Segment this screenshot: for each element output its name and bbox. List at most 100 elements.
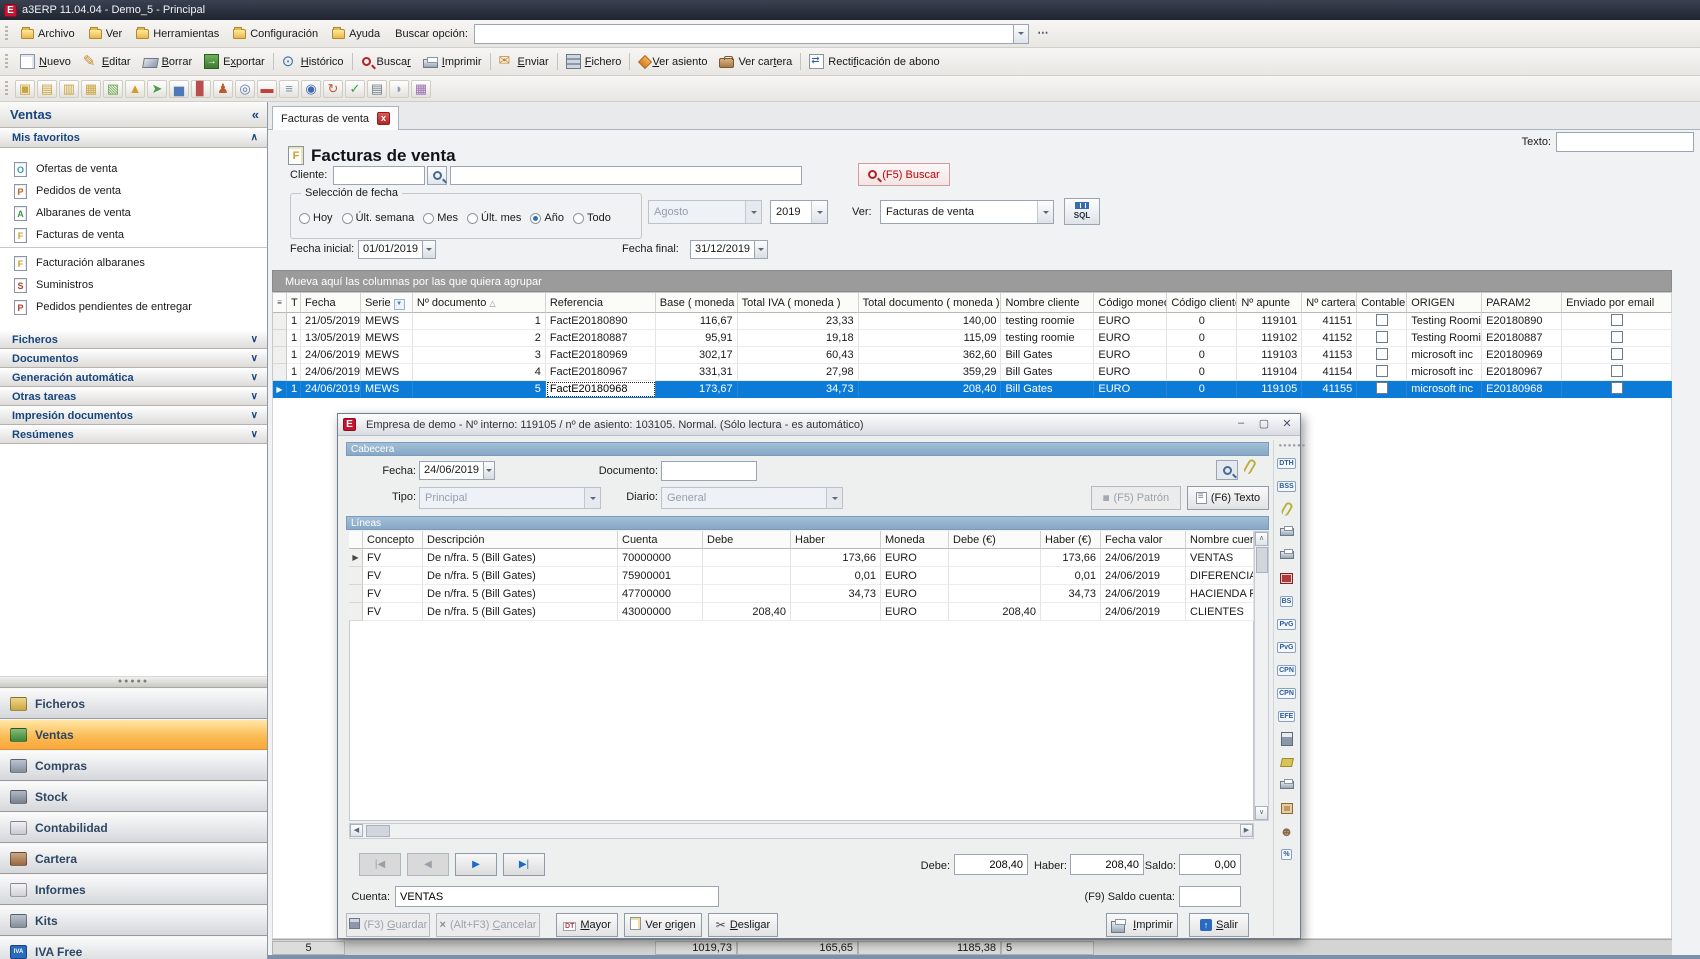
ver-select[interactable]: Facturas de venta	[880, 200, 1054, 224]
checkbox-icon[interactable]	[1376, 331, 1388, 343]
toolbar-overflow-button[interactable]: ⋯	[1035, 25, 1051, 43]
scroll-up-icon[interactable]: ∧	[1255, 532, 1268, 546]
group-by-drop-zone[interactable]: Mueva aquí las columnas por las que quie…	[272, 270, 1672, 292]
search-option-input[interactable]	[474, 24, 1014, 44]
column-header-moneda[interactable]: Moneda	[881, 531, 949, 549]
usuario-icon[interactable]: ♟	[213, 80, 233, 98]
fecha-inicial-input[interactable]: 01/01/2019	[358, 240, 436, 259]
column-header-debe[interactable]: Debe	[703, 531, 791, 549]
sidebar-nav-cartera[interactable]: Cartera	[0, 843, 267, 874]
scroll-down-icon[interactable]: ∨	[1255, 806, 1268, 820]
toolbar-grip[interactable]	[5, 81, 8, 97]
comentario-icon[interactable]: ◗	[389, 80, 409, 98]
persona-icon[interactable]: ☻	[1276, 821, 1298, 841]
column-header-n-documento[interactable]: Nº documento△	[413, 293, 546, 313]
cpn-2-icon[interactable]: CPN	[1276, 683, 1298, 703]
table-row[interactable]: 124/06/2019MEWS4FactE20180967331,3127,98…	[273, 364, 1672, 381]
checkbox-icon[interactable]	[1376, 382, 1388, 394]
toolbar-handle[interactable]: ●●●●●●	[1279, 443, 1295, 449]
grafico-icon[interactable]: ▅	[169, 80, 189, 98]
sidebar-nav-iva-free[interactable]: IVAIVA Free	[0, 936, 267, 959]
sidebar-collapse-button[interactable]: «	[252, 102, 259, 127]
imprimir-rapido-icon[interactable]	[1276, 522, 1298, 542]
sidebar-nav-contabilidad[interactable]: Contabilidad	[0, 812, 267, 843]
table-row[interactable]: FVDe n/fra. 5 (Bill Gates)4770000034,73E…	[349, 585, 1254, 603]
previous-record-button[interactable]: ◀	[407, 853, 449, 876]
cliente-code-input[interactable]	[333, 166, 425, 185]
sidebar-nav-compras[interactable]: Compras	[0, 750, 267, 781]
dth-icon[interactable]: DTH	[1276, 453, 1298, 473]
sidebar-section-resumenes[interactable]: Resúmenes∨	[0, 425, 267, 444]
historico-button[interactable]: Histórico	[276, 50, 350, 74]
table-row[interactable]: FVDe n/fra. 5 (Bill Gates)759000010,01EU…	[349, 567, 1254, 585]
menu-item-archivo[interactable]: Archivo	[14, 23, 82, 45]
column-header-nombre-cuen[interactable]: Nombre cuen	[1186, 531, 1254, 549]
aviso-carpeta-icon[interactable]: ▲	[125, 80, 145, 98]
sidebar-section-generacion-automatica[interactable]: Generación automática∨	[0, 368, 267, 387]
cliente-name-input[interactable]	[450, 166, 802, 185]
horizontal-scrollbar[interactable]: ◀ ▶	[349, 823, 1254, 839]
buscar-button[interactable]: Buscar	[355, 50, 417, 74]
cpn-icon[interactable]: CPN	[1276, 660, 1298, 680]
sidebar-section-documentos[interactable]: Documentos∨	[0, 349, 267, 368]
copiar-empresa-icon[interactable]: ▥	[59, 80, 79, 98]
column-header-codigo-cliente[interactable]: Código cliente	[1167, 293, 1237, 313]
year-select[interactable]: 2019	[770, 200, 828, 224]
sidebar-section-otras-tareas[interactable]: Otras tareas∨	[0, 387, 267, 406]
toolbar-grip[interactable]	[5, 26, 8, 42]
bss-icon[interactable]: BSS	[1276, 476, 1298, 496]
column-header-n-cartera[interactable]: Nº cartera	[1302, 293, 1357, 313]
tab-facturas-de-venta[interactable]: Facturas de venta x	[272, 106, 399, 130]
sidebar-nav-kits[interactable]: Kits	[0, 905, 267, 936]
impresion-desactivada-icon[interactable]: ▦	[411, 80, 431, 98]
documento-contable-icon[interactable]: ▬	[257, 80, 277, 98]
checkbox-icon[interactable]	[1611, 331, 1623, 343]
checkbox-icon[interactable]	[1376, 348, 1388, 360]
dialog-fecha-input[interactable]: 24/06/2019	[419, 461, 495, 480]
column-header-nombre-cliente[interactable]: Nombre cliente	[1001, 293, 1094, 313]
column-header-referencia[interactable]: Referencia	[546, 293, 656, 313]
abrir-empresa-icon[interactable]: ▤	[37, 80, 57, 98]
sidebar-section-ficheros[interactable]: Ficheros∨	[0, 330, 267, 349]
fichero-button[interactable]: Fichero	[560, 50, 628, 74]
desligar-button[interactable]: Desligar	[708, 913, 778, 937]
scroll-right-icon[interactable]: ▶	[1240, 824, 1253, 837]
rectificacion-de-abono-button[interactable]: Rectificación de abono	[803, 50, 945, 74]
sidebar-splitter[interactable]: ●●●●●	[0, 676, 267, 688]
scrollbar-thumb[interactable]	[1256, 547, 1268, 573]
texto-input[interactable]	[1556, 132, 1694, 152]
column-header-enviado-por-email[interactable]: Enviado por email	[1562, 293, 1672, 313]
column-header-haber[interactable]: Haber (€)	[1041, 531, 1101, 549]
checkbox-icon[interactable]	[1611, 314, 1623, 326]
checkbox-icon[interactable]	[1611, 365, 1623, 377]
sidebar-section-impresion-documentos[interactable]: Impresión documentos∨	[0, 406, 267, 425]
menu-item-configuracion[interactable]: Configuración	[226, 23, 325, 45]
radio-ult-mes[interactable]: Últ. mes	[467, 212, 521, 224]
salir-button[interactable]: ↑Salir	[1189, 913, 1249, 937]
sidebar-nav-stock[interactable]: Stock	[0, 781, 267, 812]
search-option-dropdown-button[interactable]	[1014, 24, 1029, 44]
cliente-search-button[interactable]	[427, 166, 447, 185]
sidebar-item-facturas-de-venta[interactable]: FFacturas de venta	[0, 224, 267, 246]
table-row[interactable]: 124/06/2019MEWS3FactE20180969302,1760,43…	[273, 347, 1672, 364]
sidebar-nav-informes[interactable]: Informes	[0, 874, 267, 905]
last-record-button[interactable]: ▶|	[503, 853, 545, 876]
buscar-documento-icon[interactable]: ◎	[235, 80, 255, 98]
exportar-button[interactable]: Exportar	[198, 50, 271, 74]
menu-item-herramientas[interactable]: Herramientas	[129, 23, 226, 45]
first-record-button[interactable]: |◀	[359, 853, 401, 876]
bs-icon[interactable]: BS	[1276, 591, 1298, 611]
calendar-dropdown-icon[interactable]	[754, 241, 767, 258]
etiquetas-icon[interactable]	[1276, 752, 1298, 772]
validar-icon[interactable]: ✓	[345, 80, 365, 98]
libros-icon[interactable]: ▊	[191, 80, 211, 98]
imprimir-3-icon[interactable]	[1276, 775, 1298, 795]
minimize-icon[interactable]: –	[1234, 417, 1248, 430]
nueva-empresa-icon[interactable]: ▣	[15, 80, 35, 98]
porcentaje-icon[interactable]: %	[1276, 844, 1298, 864]
radio-ult-semana[interactable]: Últ. semana	[342, 212, 415, 224]
radio-ano[interactable]: Año	[530, 212, 564, 224]
table-row[interactable]: 113/05/2019MEWS2FactE2018088795,9119,181…	[273, 330, 1672, 347]
f6-texto-button[interactable]: (F6) Texto	[1187, 486, 1269, 510]
ver-origen-button[interactable]: Ver origen	[624, 913, 702, 937]
